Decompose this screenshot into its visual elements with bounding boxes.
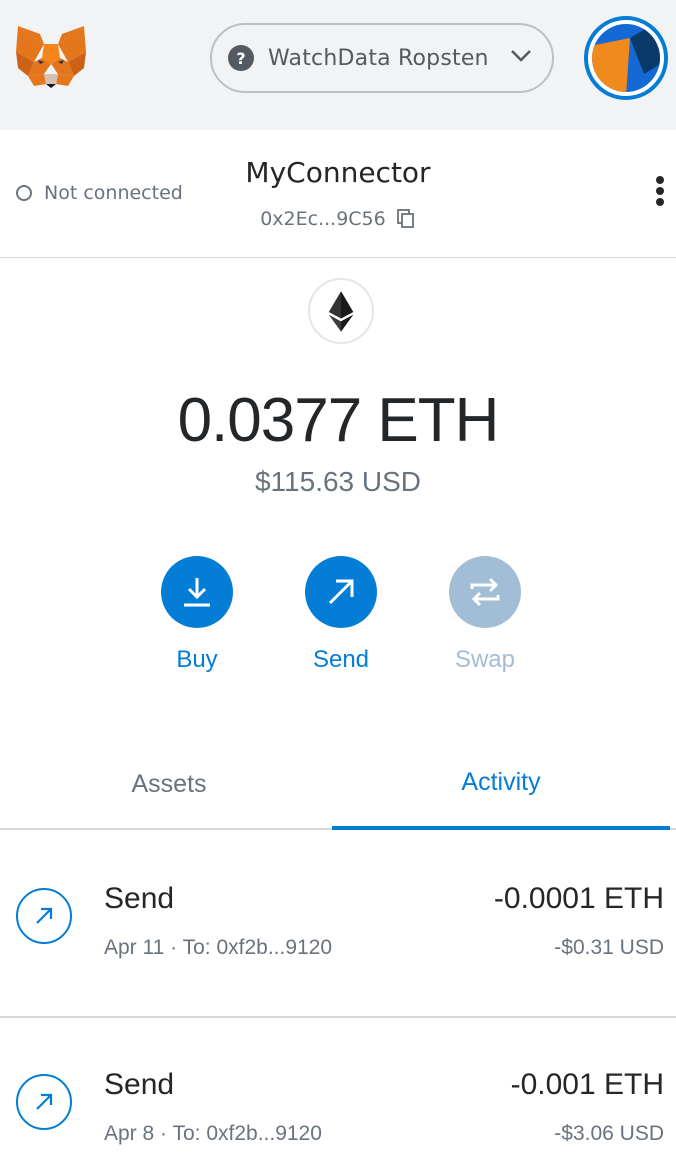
- account-header: Not connected MyConnector 0x2Ec...9C56: [0, 130, 676, 258]
- tx-fiat-amount: -$0.31 USD: [554, 936, 664, 959]
- arrow-up-right-icon: [328, 579, 354, 605]
- tx-amount: -0.001 ETH: [510, 1068, 664, 1101]
- question-icon: ?: [228, 45, 254, 71]
- primary-balance: 0.0377 ETH: [177, 386, 500, 455]
- send-button-circle: [305, 556, 377, 628]
- metamask-fox-icon[interactable]: [14, 22, 88, 92]
- network-selector[interactable]: ? WatchData Ropsten: [210, 23, 554, 93]
- account-address-text: 0x2Ec...9C56: [260, 208, 386, 230]
- tab-assets[interactable]: Assets: [0, 738, 338, 830]
- tx-fiat-amount: -$3.06 USD: [554, 1122, 664, 1145]
- tx-title: Send: [104, 882, 175, 915]
- send-button[interactable]: Send: [286, 556, 396, 674]
- tx-subtitle: Apr 11 · To: 0xf2b...9120: [104, 936, 333, 959]
- account-name: MyConnector: [245, 156, 431, 189]
- tx-subtitle: Apr 8 · To: 0xf2b...9120: [104, 1122, 322, 1145]
- chevron-down-icon: [511, 50, 531, 62]
- ethereum-icon: [308, 278, 374, 344]
- fiat-balance: $115.63 USD: [254, 466, 422, 497]
- swap-arrows-icon: [470, 577, 500, 607]
- tx-title: Send: [104, 1068, 175, 1101]
- tab-bar: Assets Activity: [0, 738, 676, 830]
- send-tx-icon: [16, 1074, 72, 1130]
- account-identicon[interactable]: [584, 16, 668, 100]
- list-item[interactable]: Send Apr 11 · To: 0xf2b...9120 -0.0001 E…: [0, 832, 676, 1018]
- download-icon: [184, 578, 210, 607]
- swap-button-circle: [449, 556, 521, 628]
- buy-label: Buy: [176, 646, 218, 673]
- network-name: WatchData Ropsten: [268, 45, 489, 71]
- tx-amount: -0.0001 ETH: [493, 882, 664, 915]
- list-item[interactable]: Send Apr 8 · To: 0xf2b...9120 -0.001 ETH…: [0, 1018, 676, 1168]
- buy-button-circle: [161, 556, 233, 628]
- arrow-up-right-icon: [36, 907, 53, 924]
- copy-icon[interactable]: [396, 208, 416, 228]
- account-address[interactable]: 0x2Ec...9C56: [0, 208, 676, 230]
- buy-button[interactable]: Buy: [142, 556, 252, 674]
- app-header: ? WatchData Ropsten: [0, 0, 676, 130]
- arrow-up-right-icon: [36, 1093, 53, 1110]
- swap-button[interactable]: Swap: [430, 556, 540, 674]
- send-tx-icon: [16, 888, 72, 944]
- send-label: Send: [312, 646, 370, 673]
- swap-label: Swap: [454, 646, 516, 673]
- tab-activity[interactable]: Activity: [332, 738, 670, 830]
- kebab-menu-icon[interactable]: [652, 176, 668, 212]
